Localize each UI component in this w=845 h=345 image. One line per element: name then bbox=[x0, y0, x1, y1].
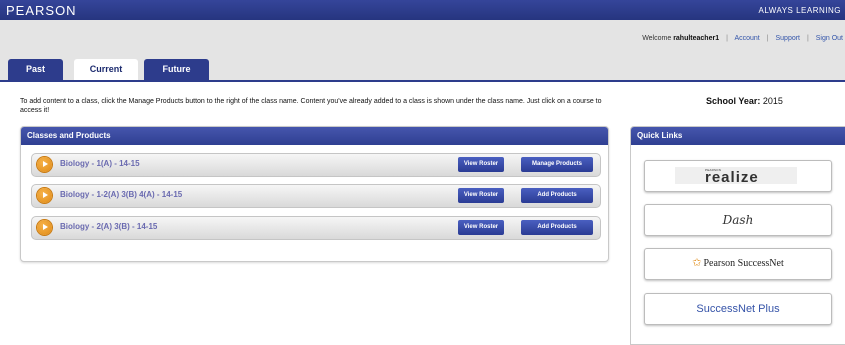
user-bar: Welcome rahulteacher1 | Account | Suppor… bbox=[0, 20, 845, 56]
view-roster-button[interactable]: View Roster bbox=[458, 157, 504, 172]
manage-products-button[interactable]: Manage Products bbox=[521, 157, 593, 172]
successnet-logo-text: Pearson SuccessNet bbox=[703, 258, 784, 269]
view-roster-button[interactable]: View Roster bbox=[458, 188, 504, 203]
add-products-button[interactable]: Add Products bbox=[521, 188, 593, 203]
divider: | bbox=[806, 35, 809, 42]
successnet-plus-link[interactable]: SuccessNet Plus bbox=[644, 293, 832, 325]
welcome-text: Welcome rahulteacher1 bbox=[642, 35, 719, 42]
class-row[interactable]: Biology - 1(A) - 14-15 View Roster Manag… bbox=[31, 153, 601, 177]
successnet-plus-text: SuccessNet Plus bbox=[696, 303, 780, 315]
view-roster-button[interactable]: View Roster bbox=[458, 220, 504, 235]
tab-future[interactable]: Future bbox=[144, 59, 209, 80]
dash-logo-text: Dash bbox=[722, 213, 754, 227]
user-links: Welcome rahulteacher1 | Account | Suppor… bbox=[642, 35, 843, 42]
tab-past[interactable]: Past bbox=[8, 59, 63, 80]
classes-panel: Classes and Products Biology - 1(A) - 14… bbox=[20, 126, 609, 262]
add-products-button[interactable]: Add Products bbox=[521, 220, 593, 235]
realize-logo-text: realize bbox=[705, 169, 759, 186]
tab-current[interactable]: Current bbox=[74, 59, 138, 80]
tab-divider bbox=[0, 80, 845, 82]
play-icon[interactable] bbox=[37, 157, 52, 172]
header-tagline: ALWAYS LEARNING bbox=[758, 6, 841, 15]
star-icon: ✩ bbox=[692, 257, 702, 269]
top-header-bar: PEARSON ALWAYS LEARNING bbox=[0, 0, 845, 20]
class-row[interactable]: Biology - 1-2(A) 3(B) 4(A) - 14-15 View … bbox=[31, 184, 601, 208]
successnet-link[interactable]: ✩ Pearson SuccessNet bbox=[644, 248, 832, 280]
realize-link[interactable]: PEARSON realize bbox=[644, 160, 832, 192]
dash-link[interactable]: Dash bbox=[644, 204, 832, 236]
quick-links-title: Quick Links bbox=[631, 127, 845, 145]
account-link[interactable]: Account bbox=[734, 35, 759, 42]
play-icon[interactable] bbox=[37, 220, 52, 235]
school-year: School Year: 2015 bbox=[706, 96, 783, 106]
divider: | bbox=[766, 35, 769, 42]
divider: | bbox=[726, 35, 728, 42]
class-name[interactable]: Biology - 1-2(A) 3(B) 4(A) - 14-15 bbox=[60, 190, 182, 199]
classes-panel-title: Classes and Products bbox=[21, 127, 608, 145]
instructions-text: To add content to a class, click the Man… bbox=[20, 98, 602, 114]
class-row[interactable]: Biology - 2(A) 3(B) - 14-15 View Roster … bbox=[31, 216, 601, 240]
support-link[interactable]: Support bbox=[775, 35, 800, 42]
class-name[interactable]: Biology - 2(A) 3(B) - 14-15 bbox=[60, 222, 157, 231]
welcome-prefix: Welcome bbox=[642, 35, 674, 42]
school-year-label: School Year: bbox=[706, 96, 761, 106]
sign-out-link[interactable]: Sign Out bbox=[816, 35, 843, 42]
welcome-username: rahulteacher1 bbox=[673, 35, 720, 42]
school-year-value: 2015 bbox=[762, 96, 783, 106]
pearson-logo[interactable]: PEARSON bbox=[6, 3, 77, 18]
play-icon[interactable] bbox=[37, 188, 52, 203]
quick-links-panel: Quick Links PEARSON realize Dash ✩ Pearso… bbox=[630, 126, 845, 345]
tab-bar: Past Current Future bbox=[0, 56, 845, 80]
realize-logo: PEARSON realize bbox=[675, 167, 797, 186]
class-name[interactable]: Biology - 1(A) - 14-15 bbox=[60, 159, 140, 168]
